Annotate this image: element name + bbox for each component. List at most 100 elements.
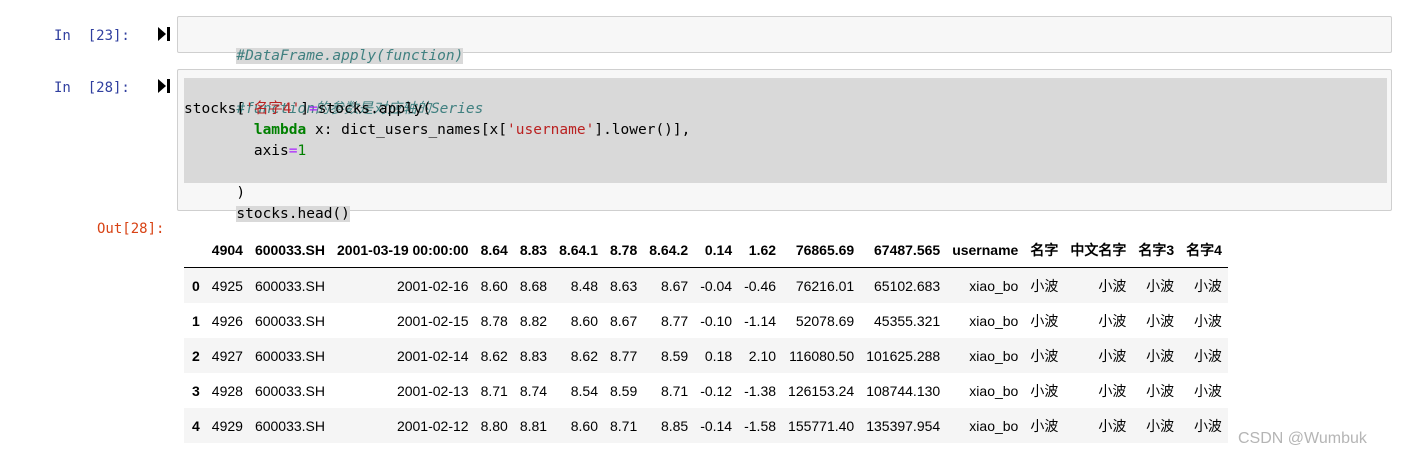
code-operator: = — [309, 101, 318, 117]
column-header: 600033.SH — [248, 233, 332, 268]
table-cell: 8.83 — [519, 347, 548, 364]
table-cell: 8.85 — [660, 417, 689, 434]
table-cell: 8.78 — [480, 312, 508, 329]
table-cell: -0.46 — [744, 277, 777, 294]
column-header: username — [946, 233, 1025, 268]
table-cell: 8.60 — [570, 312, 598, 329]
column-header: 名字3 — [1132, 233, 1181, 268]
dataframe-output-table: 4904 600033.SH 2001-03-19 00:00:00 8.64 8.83… — [184, 233, 1228, 443]
table-cell: 600033.SH — [254, 277, 326, 294]
table-cell: 600033.SH — [254, 382, 326, 399]
table-cell: 小波 — [1146, 417, 1175, 434]
table-cell: 600033.SH — [254, 347, 326, 364]
column-header: 8.64 — [474, 233, 514, 268]
table-cell: 小波 — [1193, 277, 1222, 294]
table-cell: 小波 — [1030, 382, 1059, 399]
table-cell: 45355.321 — [874, 312, 941, 329]
code-text: x: dict_users_names[x[ — [306, 122, 508, 138]
code-text: ].lower()], — [594, 122, 691, 138]
code-text: ] — [300, 101, 310, 117]
code-text: stocks.head() — [236, 206, 350, 222]
table-cell: 8.67 — [660, 277, 689, 294]
table-cell: 小波 — [1098, 382, 1127, 399]
table-cell: 116080.50 — [789, 347, 855, 364]
table-cell: 8.59 — [660, 347, 689, 364]
column-header: 中文名字 — [1064, 233, 1133, 268]
column-header: 8.78 — [604, 233, 644, 268]
table-row: 1 4926 600033.SH 2001-02-15 8.78 8.82 8.60 8.67… — [184, 303, 1228, 338]
table-cell: 8.62 — [480, 347, 508, 364]
code-keyword: lambda — [253, 122, 307, 138]
table-cell: 8.60 — [480, 277, 508, 294]
code-line-2: stocks['名字4']=stocks.apply( — [184, 99, 431, 120]
table-cell: 小波 — [1193, 312, 1222, 329]
table-cell: 4928 — [211, 382, 243, 399]
table-cell: 8.71 — [480, 382, 508, 399]
table-cell: 8.71 — [660, 382, 689, 399]
table-cell: 8.74 — [519, 382, 548, 399]
run-cell-icon[interactable] — [158, 79, 170, 93]
table-cell: 8.62 — [570, 347, 598, 364]
table-row: 0 4925 600033.SH 2001-02-16 8.60 8.68 8.48 8.63… — [184, 267, 1228, 303]
code-string: 'username' — [507, 122, 595, 138]
table-cell: 8.80 — [480, 417, 508, 434]
table-cell: 101625.288 — [866, 347, 941, 364]
column-header: 名字 — [1024, 233, 1065, 268]
table-cell: 小波 — [1193, 382, 1222, 399]
row-index: 2 — [192, 347, 200, 364]
table-cell: 小波 — [1098, 417, 1127, 434]
table-cell: 600033.SH — [254, 312, 326, 329]
table-row: 2 4927 600033.SH 2001-02-14 8.62 8.83 8.62 8.77… — [184, 338, 1228, 373]
table-cell: 76216.01 — [795, 277, 855, 294]
table-cell: 小波 — [1098, 312, 1127, 329]
table-cell: -1.38 — [744, 382, 777, 399]
row-index: 1 — [192, 312, 200, 329]
table-cell: 小波 — [1030, 312, 1059, 329]
table-cell: 2.10 — [748, 347, 777, 364]
code-string: '名字4' — [245, 101, 301, 117]
watermark: CSDN @Wumbuk — [1238, 430, 1367, 447]
table-cell: 小波 — [1030, 277, 1059, 294]
table-cell: 8.48 — [570, 277, 598, 294]
table-cell: -1.14 — [744, 312, 777, 329]
table-cell: 4925 — [211, 277, 243, 294]
table-cell: 8.77 — [610, 347, 638, 364]
column-header: 2001-03-19 00:00:00 — [331, 233, 475, 268]
code-number: 1 — [297, 143, 307, 159]
table-cell: -0.10 — [700, 312, 733, 329]
output-prompt: Out[28]: — [97, 221, 165, 237]
row-index: 3 — [192, 382, 200, 399]
code-line-4: axis=1 — [184, 141, 306, 162]
table-cell: 小波 — [1030, 347, 1059, 364]
table-cell: -0.12 — [700, 382, 733, 399]
table-cell: 8.77 — [660, 312, 689, 329]
table-cell: 小波 — [1146, 347, 1175, 364]
run-cell-icon[interactable] — [158, 27, 170, 41]
table-cell: xiao_bo — [969, 382, 1019, 399]
table-cell: -0.04 — [700, 277, 733, 294]
column-header: 0.14 — [694, 233, 739, 268]
table-cell: 8.67 — [610, 312, 638, 329]
column-header: 8.64.2 — [643, 233, 695, 268]
code-text: stocks[ — [184, 101, 246, 117]
table-cell: 0.18 — [704, 347, 733, 364]
table-cell: 小波 — [1193, 347, 1222, 364]
code-input-area[interactable]: #function的参数是对应轴的Series stocks['名字4']=st… — [177, 69, 1392, 222]
table-cell: -1.58 — [744, 417, 777, 434]
table-cell: xiao_bo — [969, 347, 1019, 364]
code-text: stocks.apply( — [317, 101, 432, 117]
column-header: 76865.69 — [782, 233, 861, 268]
row-index: 4 — [192, 417, 200, 434]
table-cell: 4929 — [211, 417, 243, 434]
code-input-area[interactable]: #DataFrame.apply(function) — [177, 16, 1392, 64]
column-header: 1.62 — [738, 233, 783, 268]
input-prompt: In [28]: — [54, 80, 130, 96]
column-header: 名字4 — [1180, 233, 1228, 268]
table-cell: 8.63 — [610, 277, 638, 294]
table-cell: xiao_bo — [969, 417, 1019, 434]
table-row: 4 4929 600033.SH 2001-02-12 8.80 8.81 8.60 8.71… — [184, 408, 1228, 443]
code-comment: #DataFrame.apply(function) — [236, 48, 464, 64]
table-cell: xiao_bo — [969, 312, 1019, 329]
table-cell: 小波 — [1098, 277, 1127, 294]
table-cell: 小波 — [1193, 417, 1222, 434]
